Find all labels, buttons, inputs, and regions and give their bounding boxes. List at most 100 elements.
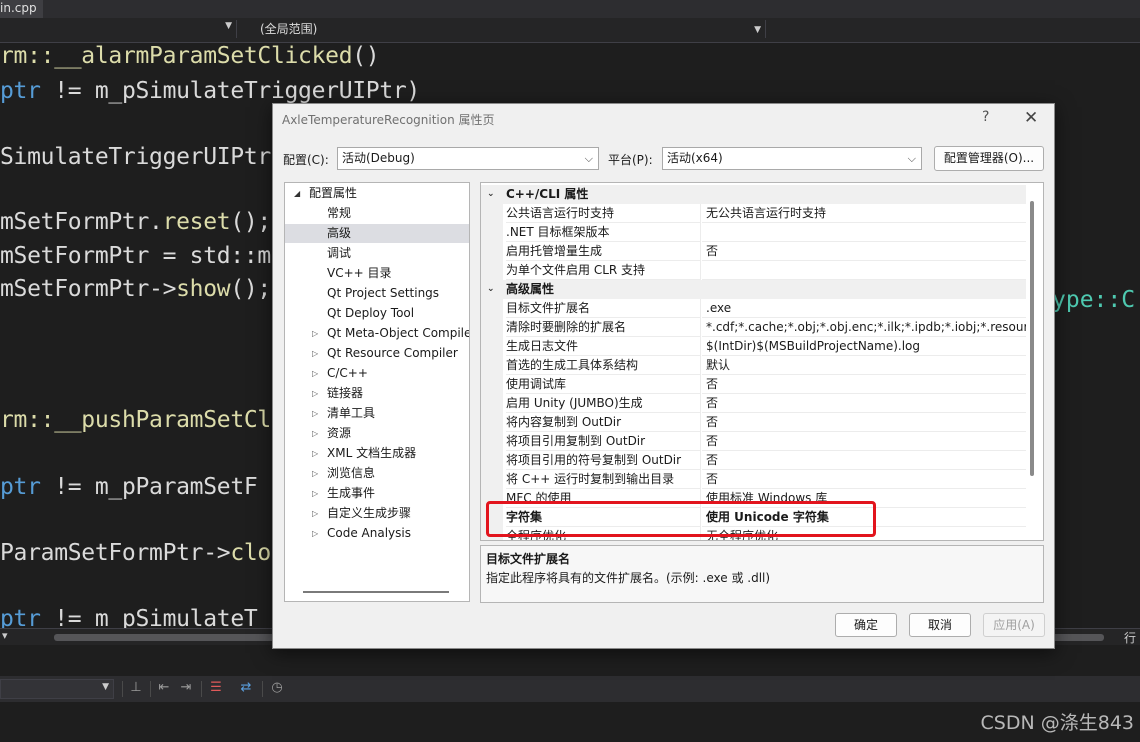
property-value[interactable]: $(IntDir)$(MSBuildProjectName).log: [702, 337, 1026, 356]
expand-triangle-icon[interactable]: ▷: [312, 364, 318, 383]
property-value[interactable]: 否: [702, 394, 1026, 413]
tree-item[interactable]: ▷ XML 文档生成器: [285, 444, 469, 463]
clock-icon[interactable]: ◷: [269, 680, 285, 696]
project-dropdown[interactable]: ▼: [0, 20, 237, 38]
tree-item-label: 自定义生成步骤: [327, 506, 412, 520]
tree-item[interactable]: ▷ 自定义生成步骤: [285, 504, 469, 523]
expand-triangle-icon[interactable]: ▷: [312, 484, 318, 503]
tree-item[interactable]: ▷ 资源: [285, 424, 469, 443]
code-token: alarmParamSetClicked: [81, 43, 353, 69]
property-name: 将项目引用复制到 OutDir: [506, 432, 701, 451]
tree-item[interactable]: ▷ 生成事件: [285, 484, 469, 503]
row-gutter: [481, 394, 503, 413]
tree-item[interactable]: Qt Deploy Tool: [285, 304, 469, 323]
property-value[interactable]: 否: [702, 242, 1026, 261]
outdent-icon[interactable]: ⇤: [156, 680, 172, 696]
tree-root-label: 配置属性: [309, 186, 358, 200]
configuration-manager-button[interactable]: 配置管理器(O)...: [934, 146, 1044, 171]
expand-triangle-icon[interactable]: ▷: [312, 384, 318, 403]
tree-item[interactable]: ▷ 链接器: [285, 384, 469, 403]
property-grid[interactable]: ⌄ C++/CLI 属性 公共语言运行时支持 无公共语言运行时支持 .NET 目标框架版…: [480, 182, 1044, 541]
property-row[interactable]: 使用调试库否: [481, 375, 1026, 394]
property-value[interactable]: 否: [702, 470, 1026, 489]
property-row[interactable]: 将内容复制到 OutDir 否: [481, 413, 1026, 432]
property-name: 启用托管增量生成: [506, 242, 701, 261]
property-row[interactable]: 为单个文件启用 CLR 支持: [481, 261, 1026, 280]
configuration-select[interactable]: 活动(Debug) ⌵: [337, 147, 599, 170]
expand-triangle-icon[interactable]: ▷: [312, 444, 318, 463]
property-row[interactable]: 将项目引用复制到 OutDir 否: [481, 432, 1026, 451]
zoom-dropdown-icon[interactable]: ▾: [2, 629, 8, 642]
tree-item[interactable]: ▷ C/C++: [285, 364, 469, 383]
scope-dropdown[interactable]: (全局范围) ▼: [238, 20, 766, 38]
ok-button[interactable]: 确定: [835, 613, 897, 637]
tree-item[interactable]: ▷ 清单工具: [285, 404, 469, 423]
property-value[interactable]: .exe: [702, 299, 1026, 318]
collapse-chevron-icon[interactable]: ⌄: [487, 280, 495, 299]
tree-item[interactable]: Qt Project Settings: [285, 284, 469, 303]
property-name: 将项目引用的符号复制到 OutDir: [506, 451, 701, 470]
expand-triangle-icon[interactable]: ▷: [312, 404, 318, 423]
tree-item-label: 调试: [327, 246, 352, 260]
property-row[interactable]: 清除时要删除的扩展名 *.cdf;*.cache;*.obj;*.obj.enc;…: [481, 318, 1026, 337]
property-value[interactable]: 否: [702, 375, 1026, 394]
property-row[interactable]: 将项目引用的符号复制到 OutDir 否: [481, 451, 1026, 470]
tree-item[interactable]: ▷ Qt Resource Compiler: [285, 344, 469, 363]
property-row[interactable]: 生成日志文件 $(IntDir)$(MSBuildProjectName).log: [481, 337, 1026, 356]
tree-root-item[interactable]: ◢ 配置属性: [285, 184, 469, 203]
expanded-triangle-icon[interactable]: ◢: [294, 184, 300, 203]
property-row[interactable]: 目标文件扩展名 .exe: [481, 299, 1026, 318]
property-value[interactable]: 否: [702, 451, 1026, 470]
file-tab[interactable]: in.cpp: [0, 0, 43, 18]
indent-icon[interactable]: ⇥: [178, 680, 194, 696]
property-row[interactable]: 首选的生成工具体系结构 默认: [481, 356, 1026, 375]
code-line: rm::__alarmParamSetClicked(): [0, 43, 380, 69]
property-value[interactable]: 否: [702, 413, 1026, 432]
code-line: mSetFormPtr.reset();: [0, 209, 271, 235]
tree-horizontal-scrollbar[interactable]: [303, 591, 449, 593]
tree-item[interactable]: 高级: [285, 224, 469, 243]
help-icon[interactable]: ?: [982, 109, 989, 125]
property-category[interactable]: ⌄ C++/CLI 属性: [481, 185, 1026, 204]
chevron-down-icon: ▼: [102, 682, 109, 692]
watermark: CSDN @涤生843: [980, 712, 1134, 734]
property-value[interactable]: 默认: [702, 356, 1026, 375]
platform-select[interactable]: 活动(x64) ⌵: [662, 147, 922, 170]
expand-triangle-icon[interactable]: ▷: [312, 464, 318, 483]
tree-item[interactable]: ▷ 浏览信息: [285, 464, 469, 483]
apply-button[interactable]: 应用(A): [983, 613, 1045, 637]
collapse-chevron-icon[interactable]: ⌄: [487, 185, 495, 204]
cancel-button[interactable]: 取消: [909, 613, 971, 637]
property-value[interactable]: [702, 261, 1026, 280]
align-icon[interactable]: ⊥: [128, 680, 144, 696]
clear-all-icon[interactable]: ☰: [208, 680, 224, 696]
property-value[interactable]: *.cdf;*.cache;*.obj;*.obj.enc;*.ilk;*.ip…: [702, 318, 1026, 337]
property-value[interactable]: 无公共语言运行时支持: [702, 204, 1026, 223]
tree-item[interactable]: 调试: [285, 244, 469, 263]
row-gutter: [481, 318, 503, 337]
word-wrap-icon[interactable]: ⇄: [238, 680, 254, 696]
expand-triangle-icon[interactable]: ▷: [312, 424, 318, 443]
property-value[interactable]: [702, 223, 1026, 242]
property-row[interactable]: 公共语言运行时支持 无公共语言运行时支持: [481, 204, 1026, 223]
tree-item-label: Qt Deploy Tool: [327, 306, 415, 320]
platform-label: 平台(P):: [608, 153, 653, 167]
property-row[interactable]: .NET 目标框架版本: [481, 223, 1026, 242]
output-source-dropdown[interactable]: ▼: [0, 679, 114, 699]
property-row[interactable]: 启用 Unity (JUMBO)生成否: [481, 394, 1026, 413]
settings-tree[interactable]: ◢ 配置属性 常规 高级调试 VC++ 目录 Qt Project Settings Q…: [284, 182, 470, 602]
expand-triangle-icon[interactable]: ▷: [312, 504, 318, 523]
tree-item[interactable]: ▷ Qt Meta-Object Compile: [285, 324, 469, 343]
property-category[interactable]: ⌄ 高级属性: [481, 280, 1026, 299]
grid-vertical-scrollbar[interactable]: [1030, 201, 1034, 476]
tree-item[interactable]: 常规: [285, 204, 469, 223]
expand-triangle-icon[interactable]: ▷: [312, 344, 318, 363]
expand-triangle-icon[interactable]: ▷: [312, 524, 318, 543]
property-value[interactable]: 否: [702, 432, 1026, 451]
tree-item[interactable]: ▷ Code Analysis: [285, 524, 469, 543]
property-row[interactable]: 启用托管增量生成否: [481, 242, 1026, 261]
property-row[interactable]: 将 C++ 运行时复制到输出目录否: [481, 470, 1026, 489]
tree-item[interactable]: VC++ 目录: [285, 264, 469, 283]
expand-triangle-icon[interactable]: ▷: [312, 324, 318, 343]
close-icon[interactable]: ✕: [1024, 108, 1038, 128]
